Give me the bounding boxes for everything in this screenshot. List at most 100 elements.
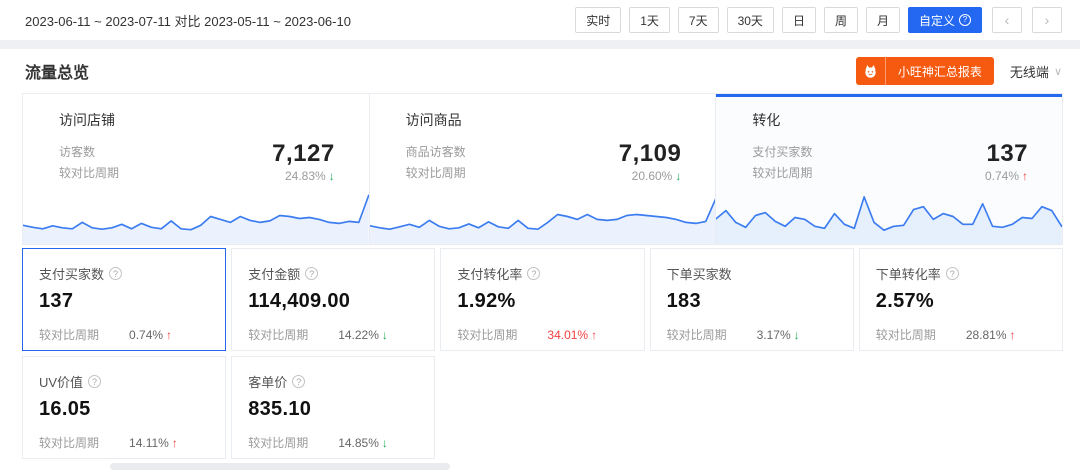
- section-header: 流量总览 小旺神汇总报表 无线端 ∨: [0, 49, 1080, 93]
- next-period-button[interactable]: ›: [1032, 7, 1062, 33]
- change-value: 24.83%: [285, 169, 326, 183]
- metric-card-value: 2.57%: [876, 290, 1046, 313]
- chevron-down-icon: ∨: [1054, 65, 1062, 78]
- metric-card-avg-order-value[interactable]: 客单价? 835.10 较对比周期14.85%↓: [231, 356, 435, 459]
- sparkline-chart: [370, 187, 716, 244]
- chart-card-conversion[interactable]: 转化 支付买家数 较对比周期 137 0.74%↑: [716, 94, 1062, 244]
- header-actions: 小旺神汇总报表 无线端 ∨: [856, 57, 1062, 85]
- page-title: 流量总览: [25, 59, 89, 83]
- metric-label: 商品访客数: [406, 142, 466, 163]
- date-range-display[interactable]: 2023-06-11 ~ 2023-07-11 对比 2023-05-11 ~ …: [25, 11, 351, 30]
- range-button-realtime[interactable]: 实时: [575, 7, 621, 33]
- metric-card-order-conversion[interactable]: 下单转化率? 2.57% 较对比周期28.81%↑: [859, 248, 1063, 351]
- metric-card-label: 下单转化率?: [876, 264, 1046, 283]
- metric-card-label: 客单价?: [248, 372, 418, 391]
- chart-card-labels: 访客数 较对比周期: [59, 142, 119, 184]
- metric-value: 7,109: [619, 142, 682, 166]
- compare-label: 较对比周期: [59, 163, 119, 184]
- trend-arrow-icon: ↑: [1022, 169, 1028, 183]
- help-icon[interactable]: ?: [88, 375, 101, 388]
- channel-selector[interactable]: 无线端 ∨: [1010, 62, 1062, 81]
- help-icon[interactable]: ?: [527, 267, 540, 280]
- metric-change: 24.83%↓: [272, 169, 335, 183]
- metric-card-value: 137: [39, 290, 209, 313]
- metric-card-value: 16.05: [39, 398, 209, 421]
- topbar: 2023-06-11 ~ 2023-07-11 对比 2023-05-11 ~ …: [0, 0, 1080, 40]
- metric-card-label: 支付金额?: [248, 264, 418, 283]
- range-button-1day[interactable]: 1天: [629, 7, 670, 33]
- chart-card-values: 137 0.74%↑: [985, 142, 1028, 184]
- compare-label: 较对比周期: [39, 434, 99, 451]
- compare-label: 较对比周期: [248, 434, 308, 451]
- custom-range-label: 自定义: [919, 12, 955, 29]
- metric-label: 访客数: [59, 142, 119, 163]
- change-value: 20.60%: [632, 169, 673, 183]
- compare-label: 较对比周期: [406, 163, 466, 184]
- mascot-icon: [856, 57, 886, 85]
- chart-card-metrics: 支付买家数 较对比周期 137 0.74%↑: [716, 142, 1062, 184]
- label-text: 客单价: [248, 372, 287, 391]
- metric-card-compare: 较对比周期14.11%↑: [39, 434, 209, 451]
- chart-card-shop-visits[interactable]: 访问店铺 访客数 较对比周期 7,127 24.83%↓: [23, 94, 370, 244]
- help-icon[interactable]: ?: [305, 267, 318, 280]
- range-button-custom[interactable]: 自定义 ?: [908, 7, 982, 33]
- trend-arrow-icon: ↓: [794, 328, 800, 342]
- range-button-week[interactable]: 周: [824, 7, 858, 33]
- range-button-7day[interactable]: 7天: [678, 7, 719, 33]
- change-value: 14.85%: [338, 436, 379, 450]
- chart-card-title: 转化: [752, 110, 1026, 130]
- sparkline-chart: [23, 187, 369, 244]
- change-value: 34.01%: [547, 328, 588, 342]
- label-text: 支付买家数: [39, 264, 104, 283]
- label-text: UV价值: [39, 372, 83, 391]
- compare-label: 较对比周期: [876, 326, 936, 343]
- metric-card-pay-amount[interactable]: 支付金额? 114,409.00 较对比周期14.22%↓: [231, 248, 435, 351]
- trend-arrow-icon: ↓: [382, 436, 388, 450]
- trend-arrow-icon: ↓: [675, 169, 681, 183]
- help-icon[interactable]: ?: [109, 267, 122, 280]
- label-text: 下单买家数: [667, 264, 732, 283]
- trend-arrow-icon: ↑: [591, 328, 597, 342]
- metric-cards-grid: 支付买家数? 137 较对比周期0.74%↑ 支付金额? 114,409.00 …: [22, 248, 1063, 459]
- range-button-month[interactable]: 月: [866, 7, 900, 33]
- help-icon[interactable]: ?: [292, 375, 305, 388]
- compare-label: 较对比周期: [248, 326, 308, 343]
- metric-value: 7,127: [272, 142, 335, 166]
- label-text: 下单转化率: [876, 264, 941, 283]
- chart-card-values: 7,127 24.83%↓: [272, 142, 335, 184]
- metric-change: 0.74%↑: [985, 169, 1028, 183]
- chart-card-metrics: 访客数 较对比周期 7,127 24.83%↓: [23, 142, 369, 184]
- metric-card-label: UV价值?: [39, 372, 209, 391]
- chart-card-metrics: 商品访客数 较对比周期 7,109 20.60%↓: [370, 142, 716, 184]
- chart-card-title: 访问店铺: [59, 110, 333, 130]
- metric-card-pay-conversion[interactable]: 支付转化率? 1.92% 较对比周期34.01%↑: [440, 248, 644, 351]
- change-value: 14.11%: [129, 436, 169, 450]
- metric-card-label: 下单买家数?: [667, 264, 837, 283]
- compare-label: 较对比周期: [752, 163, 812, 184]
- background-divider: [0, 40, 1080, 49]
- chart-card-labels: 商品访客数 较对比周期: [406, 142, 466, 184]
- metric-card-order-buyers[interactable]: 下单买家数? 183 较对比周期 3.17%↓: [650, 248, 854, 351]
- wangshen-report-button[interactable]: 小旺神汇总报表: [856, 57, 994, 85]
- metric-card-pay-buyers[interactable]: 支付买家数? 137 较对比周期0.74%↑: [22, 248, 226, 351]
- metric-card-compare: 较对比周期34.01%↑: [457, 326, 627, 343]
- channel-label: 无线端: [1010, 62, 1049, 81]
- range-button-30day[interactable]: 30天: [727, 7, 774, 33]
- metric-card-value: 183: [667, 290, 837, 313]
- overview-chart-cards: 访问店铺 访客数 较对比周期 7,127 24.83%↓ 访问商品 商品访客数 …: [22, 93, 1063, 245]
- chart-card-product-visits[interactable]: 访问商品 商品访客数 较对比周期 7,109 20.60%↓: [370, 94, 717, 244]
- compare-label: 较对比周期: [667, 326, 727, 343]
- help-icon[interactable]: ?: [946, 267, 959, 280]
- trend-arrow-icon: ↑: [1010, 328, 1016, 342]
- change-value: 14.22%: [338, 328, 379, 342]
- metric-card-compare: 较对比周期 14.85%↓: [248, 434, 418, 451]
- chart-card-labels: 支付买家数 较对比周期: [752, 142, 812, 184]
- prev-period-button[interactable]: ‹: [992, 7, 1022, 33]
- metric-card-compare: 较对比周期0.74%↑: [39, 326, 209, 343]
- change-value: 3.17%: [757, 328, 791, 342]
- metric-card-compare: 较对比周期14.22%↓: [248, 326, 418, 343]
- metric-card-uv-value[interactable]: UV价值? 16.05 较对比周期14.11%↑: [22, 356, 226, 459]
- metric-card-label: 支付转化率?: [457, 264, 627, 283]
- horizontal-scrollbar-thumb[interactable]: [110, 463, 450, 470]
- range-button-day[interactable]: 日: [782, 7, 816, 33]
